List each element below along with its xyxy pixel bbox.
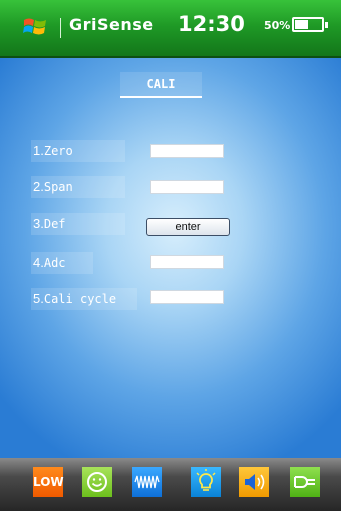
zero-field[interactable] xyxy=(150,144,224,158)
speaker-icon[interactable] xyxy=(239,467,269,497)
row-label-text: Span xyxy=(43,180,73,194)
row-cali-cycle-label: 5.Cali cycle xyxy=(31,288,137,310)
row-label-text: Cali cycle xyxy=(43,292,117,306)
battery-icon xyxy=(292,17,328,32)
row-span-label: 2.Span xyxy=(31,176,125,198)
row-label-text: Def xyxy=(43,217,66,231)
span-field[interactable] xyxy=(150,180,224,194)
bottom-toolbar: LOW xyxy=(0,458,341,511)
row-zero-label: 1.Zero xyxy=(31,140,125,162)
row-label-text: Adc xyxy=(43,256,66,270)
battery-percent: 50% xyxy=(264,19,291,32)
battery-nub xyxy=(325,22,328,28)
calibration-panel: CALI 1.Zero 2.Span 3.Def enter 4.Adc 5.C… xyxy=(0,58,341,458)
row-def-label: 3.Def xyxy=(31,213,125,235)
status-bar: GriSense 12:30 50% xyxy=(0,0,341,58)
adc-field[interactable] xyxy=(150,255,224,269)
power-plug-icon[interactable] xyxy=(290,467,320,497)
cali-cycle-field[interactable] xyxy=(150,290,224,304)
row-adc-label: 4.Adc xyxy=(31,252,93,274)
waveform-icon[interactable] xyxy=(132,467,162,497)
low-button[interactable]: LOW xyxy=(33,467,64,497)
row-number: 4. xyxy=(33,255,44,270)
row-number: 5. xyxy=(33,291,44,306)
lightbulb-icon[interactable] xyxy=(191,467,221,497)
page-title: CALI xyxy=(120,72,202,98)
row-label-text: Zero xyxy=(43,144,73,158)
windows-logo-icon[interactable] xyxy=(23,16,47,38)
smiley-icon[interactable] xyxy=(82,467,112,497)
def-enter-button[interactable]: enter xyxy=(146,218,230,236)
row-number: 3. xyxy=(33,216,44,231)
app-title: GriSense xyxy=(69,15,154,34)
row-number: 2. xyxy=(33,179,44,194)
header-divider xyxy=(60,18,61,38)
battery-fill xyxy=(295,20,308,29)
row-number: 1. xyxy=(33,143,44,158)
clock: 12:30 xyxy=(178,12,245,36)
